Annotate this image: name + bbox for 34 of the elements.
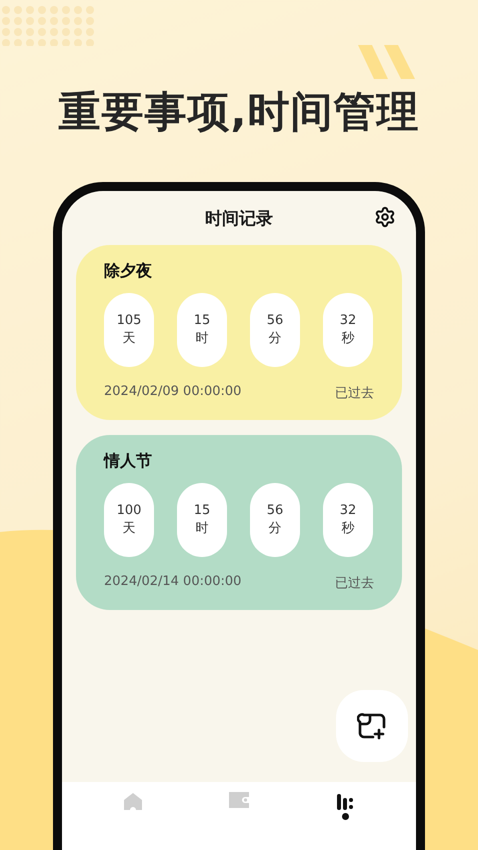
settings-button[interactable] bbox=[374, 206, 396, 228]
event-card[interactable]: 除夕夜 105 天 15 时 56 分 32 秒 2024/02/09 00:00:00 已过去 bbox=[76, 245, 402, 420]
event-status: 已过去 bbox=[335, 385, 374, 402]
event-date: 2024/02/09 00:00:00 bbox=[104, 384, 242, 401]
countdown-unit: 分 bbox=[268, 520, 282, 538]
headline: 重要事项,时间管理 bbox=[58, 86, 420, 138]
countdown-value: 15 bbox=[194, 502, 210, 520]
countdown-unit: 天 bbox=[122, 520, 136, 538]
countdown-unit: 秒 bbox=[342, 330, 354, 348]
event-name: 情人节 bbox=[104, 451, 153, 472]
event-status: 已过去 bbox=[335, 575, 374, 592]
wallet-icon bbox=[229, 792, 249, 808]
screen-title: 时间记录 bbox=[205, 208, 273, 230]
countdown-unit: 时 bbox=[196, 520, 208, 538]
event-card[interactable]: 情人节 100 天 15 时 56 分 32 秒 2024/02/14 00:00:00 已过去 bbox=[76, 435, 402, 610]
home-icon bbox=[123, 792, 143, 810]
countdown-unit: 秒 bbox=[342, 520, 354, 538]
add-note-button[interactable] bbox=[336, 690, 408, 762]
countdown-value: 32 bbox=[340, 502, 356, 520]
event-name: 除夕夜 bbox=[104, 261, 153, 282]
note-add-icon bbox=[357, 711, 387, 741]
stats-icon bbox=[336, 792, 354, 810]
countdown-value: 56 bbox=[266, 502, 284, 520]
countdown-value: 100 bbox=[116, 502, 142, 520]
active-dot-icon bbox=[342, 813, 348, 820]
countdown-value: 56 bbox=[266, 312, 284, 330]
countdown-value: 105 bbox=[116, 312, 142, 330]
countdown-value: 32 bbox=[340, 312, 356, 330]
countdown-unit: 天 bbox=[122, 330, 136, 348]
countdown-value: 15 bbox=[194, 312, 210, 330]
countdown-unit: 时 bbox=[196, 330, 208, 348]
countdown-unit: 分 bbox=[268, 330, 282, 348]
quote-mark-icon bbox=[358, 45, 418, 79]
event-date: 2024/02/14 00:00:00 bbox=[104, 574, 242, 591]
